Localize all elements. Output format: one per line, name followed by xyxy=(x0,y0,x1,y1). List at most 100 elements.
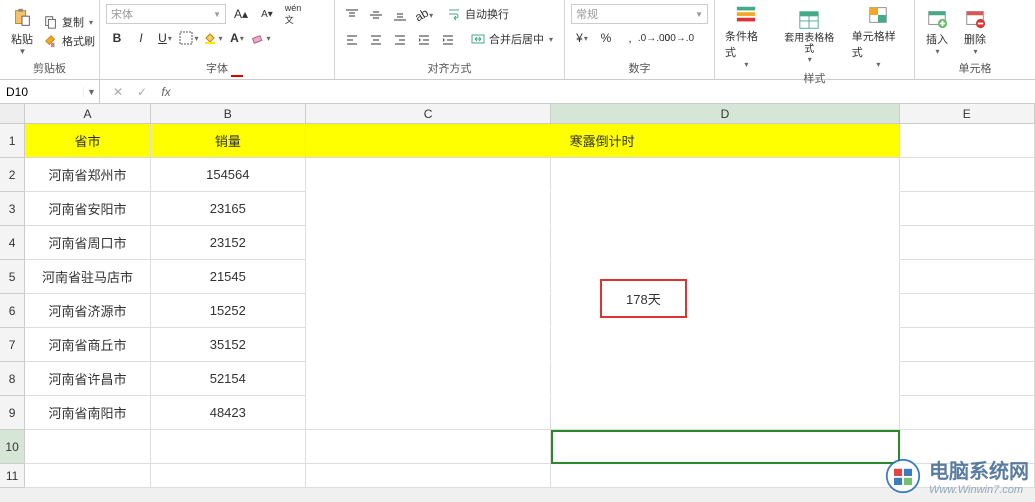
cell-D10[interactable] xyxy=(551,430,899,464)
cell-B6[interactable]: 15252 xyxy=(151,294,306,328)
row-header-10[interactable]: 10 xyxy=(0,430,25,464)
cell-B8[interactable]: 52154 xyxy=(151,362,306,396)
cell-B1[interactable]: 销量 xyxy=(151,124,306,158)
align-top-button[interactable] xyxy=(341,5,363,25)
cell-C2[interactable] xyxy=(306,158,552,192)
col-header-B[interactable]: B xyxy=(151,104,306,124)
cell-A6[interactable]: 河南省济源市 xyxy=(25,294,151,328)
col-header-C[interactable]: C xyxy=(306,104,552,124)
merge-center-button[interactable]: 合并后居中▾ xyxy=(469,30,555,48)
cell-CD1-merged[interactable]: 寒露倒计时 xyxy=(306,124,900,158)
cell-E5[interactable] xyxy=(900,260,1035,294)
increase-indent-button[interactable] xyxy=(437,30,459,50)
enter-formula-button[interactable]: ✓ xyxy=(132,85,152,99)
fx-button[interactable]: fx xyxy=(156,85,176,99)
paste-button[interactable]: 粘贴 ▼ xyxy=(4,2,40,61)
cancel-formula-button[interactable]: ✕ xyxy=(108,85,128,99)
cell-B11[interactable] xyxy=(151,464,306,488)
border-button[interactable]: ▾ xyxy=(178,28,200,48)
row-header-6[interactable]: 6 xyxy=(0,294,25,328)
cell-A2[interactable]: 河南省郑州市 xyxy=(25,158,151,192)
cell-D7[interactable] xyxy=(551,328,899,362)
cell-E6[interactable] xyxy=(900,294,1035,328)
cell-E1[interactable] xyxy=(900,124,1035,158)
row-header-2[interactable]: 2 xyxy=(0,158,25,192)
underline-button[interactable]: U▾ xyxy=(154,28,176,48)
cell-D11[interactable] xyxy=(551,464,899,488)
row-header-1[interactable]: 1 xyxy=(0,124,25,158)
decrease-decimal-button[interactable]: .00→.0 xyxy=(667,28,689,48)
font-color-button[interactable]: A▾ xyxy=(226,28,248,48)
cell-A11[interactable] xyxy=(25,464,151,488)
cell-C8[interactable] xyxy=(306,362,552,396)
clear-format-button[interactable]: ▾ xyxy=(250,28,272,48)
cell-E8[interactable] xyxy=(900,362,1035,396)
font-dropdown[interactable]: 宋体▼ xyxy=(106,4,226,24)
row-header-11[interactable]: 11 xyxy=(0,464,25,488)
row-header-4[interactable]: 4 xyxy=(0,226,25,260)
cell-D3[interactable] xyxy=(551,192,899,226)
cell-B3[interactable]: 23165 xyxy=(151,192,306,226)
select-all-corner[interactable] xyxy=(0,104,25,124)
cell-E4[interactable] xyxy=(900,226,1035,260)
name-box-dropdown[interactable]: ▼ xyxy=(83,87,99,97)
worksheet-grid[interactable]: A B C D E 1 省市 销量 寒露倒计时 2河南省郑州市1545643河南… xyxy=(0,104,1035,488)
align-bottom-button[interactable] xyxy=(389,5,411,25)
cell-C10[interactable] xyxy=(306,430,552,464)
name-box[interactable]: ▼ xyxy=(0,80,100,103)
cell-D9[interactable] xyxy=(551,396,899,430)
number-format-dropdown[interactable]: 常规▼ xyxy=(571,4,708,24)
cell-E7[interactable] xyxy=(900,328,1035,362)
increase-font-button[interactable]: A▴ xyxy=(230,4,252,24)
orientation-button[interactable]: ab▾ xyxy=(413,5,435,25)
cell-C4[interactable] xyxy=(306,226,552,260)
copy-button[interactable]: 复制▾ xyxy=(42,13,97,31)
row-header-5[interactable]: 5 xyxy=(0,260,25,294)
row-header-3[interactable]: 3 xyxy=(0,192,25,226)
cell-styles-button[interactable]: 单元格样式▾ xyxy=(846,2,910,71)
cell-C9[interactable] xyxy=(306,396,552,430)
wrap-text-button[interactable]: 自动换行 xyxy=(445,5,511,23)
cell-C11[interactable] xyxy=(306,464,552,488)
cell-A7[interactable]: 河南省商丘市 xyxy=(25,328,151,362)
cell-C6[interactable] xyxy=(306,294,552,328)
format-table-button[interactable]: 套用表格格式▾ xyxy=(775,2,844,71)
cell-C7[interactable] xyxy=(306,328,552,362)
fill-color-button[interactable]: ▾ xyxy=(202,28,224,48)
cell-B4[interactable]: 23152 xyxy=(151,226,306,260)
align-center-button[interactable] xyxy=(365,30,387,50)
col-header-D[interactable]: D xyxy=(551,104,899,124)
cell-E2[interactable] xyxy=(900,158,1035,192)
cell-A3[interactable]: 河南省安阳市 xyxy=(25,192,151,226)
cell-D2[interactable] xyxy=(551,158,899,192)
cell-D4[interactable] xyxy=(551,226,899,260)
cell-B10[interactable] xyxy=(151,430,306,464)
cell-B9[interactable]: 48423 xyxy=(151,396,306,430)
decrease-indent-button[interactable] xyxy=(413,30,435,50)
conditional-format-button[interactable]: 条件格式▾ xyxy=(719,2,773,71)
col-header-A[interactable]: A xyxy=(25,104,151,124)
cell-A10[interactable] xyxy=(25,430,151,464)
cell-C5[interactable] xyxy=(306,260,552,294)
cell-A8[interactable]: 河南省许昌市 xyxy=(25,362,151,396)
cell-A4[interactable]: 河南省周口市 xyxy=(25,226,151,260)
italic-button[interactable]: I xyxy=(130,28,152,48)
align-left-button[interactable] xyxy=(341,30,363,50)
row-header-7[interactable]: 7 xyxy=(0,328,25,362)
insert-cells-button[interactable]: 插入▾ xyxy=(919,2,955,61)
phonetic-guide-button[interactable]: wén文 xyxy=(282,4,304,24)
name-box-input[interactable] xyxy=(0,85,83,99)
cell-E3[interactable] xyxy=(900,192,1035,226)
cell-A5[interactable]: 河南省驻马店市 xyxy=(25,260,151,294)
cell-A9[interactable]: 河南省南阳市 xyxy=(25,396,151,430)
cell-E9[interactable] xyxy=(900,396,1035,430)
align-right-button[interactable] xyxy=(389,30,411,50)
currency-button[interactable]: ¥▾ xyxy=(571,28,593,48)
cell-B7[interactable]: 35152 xyxy=(151,328,306,362)
cell-B5[interactable]: 21545 xyxy=(151,260,306,294)
bold-button[interactable]: B xyxy=(106,28,128,48)
cell-C3[interactable] xyxy=(306,192,552,226)
cell-B2[interactable]: 154564 xyxy=(151,158,306,192)
delete-cells-button[interactable]: 删除▾ xyxy=(957,2,993,61)
decrease-font-button[interactable]: A▾ xyxy=(256,4,278,24)
